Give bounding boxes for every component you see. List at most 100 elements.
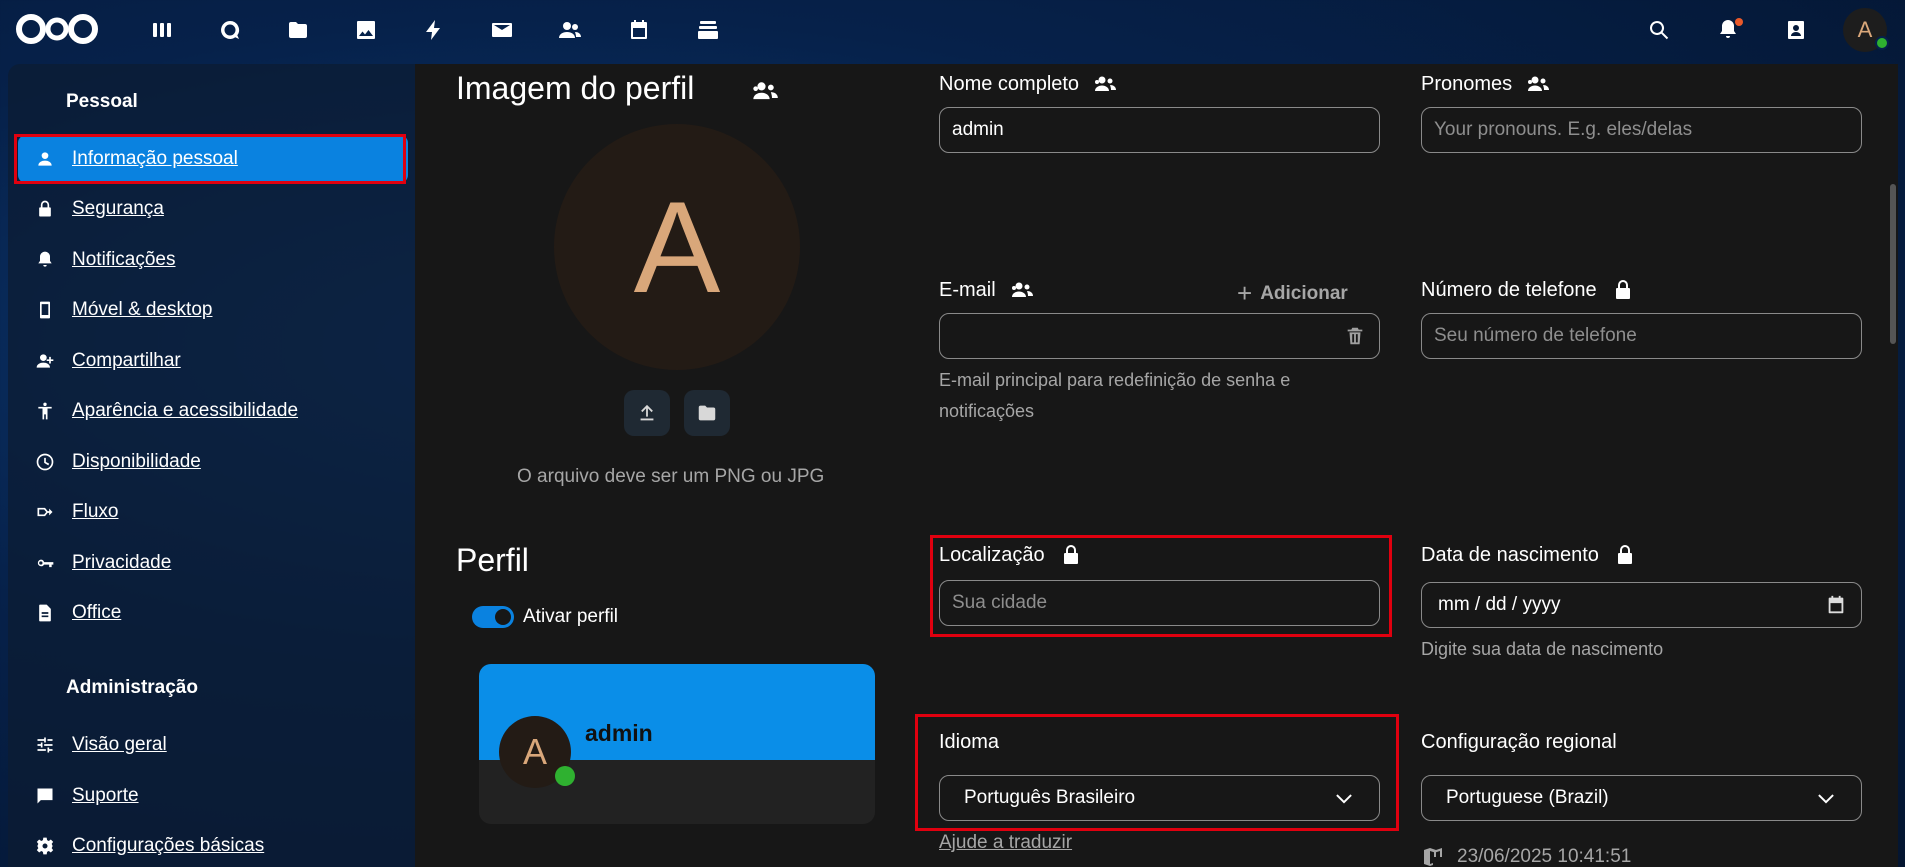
top-bar: A — [0, 0, 1905, 62]
lock-icon[interactable] — [1611, 278, 1635, 302]
sidebar-item-flow[interactable]: Fluxo — [18, 488, 408, 536]
lock-icon — [18, 199, 72, 219]
profile-card-name: admin — [585, 720, 653, 746]
search-icon[interactable] — [1637, 10, 1681, 50]
dashboard-icon[interactable] — [140, 10, 184, 50]
birthdate-hint: Digite sua data de nascimento — [1421, 639, 1664, 659]
phone-icon — [18, 300, 72, 320]
sidebar-item-mobile-desktop[interactable]: Móvel & desktop — [18, 286, 408, 334]
locale-time: 23/06/2025 10:41:51 — [1421, 845, 1631, 867]
sidebar-item-notifications[interactable]: Notificações — [18, 236, 408, 284]
calendar-icon[interactable] — [617, 10, 661, 50]
upload-button[interactable] — [624, 390, 670, 436]
pronouns-label: Pronomes — [1421, 72, 1550, 96]
sidebar-item-sharing[interactable]: Compartilhar — [18, 337, 408, 385]
sidebar-item-overview[interactable]: Visão geral — [18, 721, 408, 769]
document-icon — [18, 603, 72, 623]
accessibility-icon — [18, 401, 72, 421]
contacts-scope-icon[interactable] — [751, 77, 779, 105]
locale-value: Portuguese (Brazil) — [1446, 787, 1609, 808]
tune-icon — [18, 735, 72, 755]
email-label: E-mail — [939, 278, 1034, 302]
upload-icon — [640, 404, 654, 421]
gear-icon — [18, 836, 72, 856]
birthdate-input[interactable]: mm / dd / yyyy — [1421, 582, 1862, 628]
sidebar-item-availability[interactable]: Disponibilidade — [18, 438, 408, 486]
locale-select[interactable]: Portuguese (Brazil) — [1421, 775, 1862, 821]
choose-from-files-button[interactable] — [684, 390, 730, 436]
contacts-icon[interactable] — [548, 10, 592, 50]
sidebar-item-basic-settings[interactable]: Configurações básicas — [18, 822, 408, 867]
key-icon — [18, 553, 72, 573]
locale-label: Configuração regional — [1421, 731, 1617, 753]
chat-icon — [18, 786, 72, 806]
deck-icon[interactable] — [686, 10, 730, 50]
mail-icon[interactable] — [480, 10, 524, 50]
email-input[interactable] — [939, 313, 1380, 359]
enable-profile-toggle[interactable] — [472, 606, 514, 628]
folder-icon — [698, 405, 716, 421]
sidebar-item-label: Configurações básicas — [72, 835, 265, 856]
sidebar-item-label: Visão geral — [72, 734, 167, 755]
contacts-scope-icon[interactable] — [1526, 72, 1550, 96]
profile-section-title: Perfil — [456, 542, 529, 578]
online-status-dot — [555, 766, 575, 786]
help-translate-link[interactable]: Ajude a traduzir — [939, 832, 1072, 854]
pronouns-input[interactable]: Your pronouns. E.g. eles/delas — [1421, 107, 1862, 153]
phone-input[interactable]: Seu número de telefone — [1421, 313, 1862, 359]
main-content: Imagem do perfil A O arquivo deve ser um… — [415, 64, 1898, 867]
scrollbar[interactable] — [1890, 184, 1896, 344]
flow-icon — [18, 502, 72, 522]
sidebar-item-label: Compartilhar — [72, 350, 181, 371]
clock-icon — [18, 452, 72, 472]
share-icon — [18, 351, 72, 371]
photos-icon[interactable] — [344, 10, 388, 50]
user-avatar-menu[interactable]: A — [1843, 8, 1889, 52]
contacts-menu-icon[interactable] — [1774, 10, 1818, 50]
contacts-scope-icon[interactable] — [1010, 278, 1034, 302]
lock-icon[interactable] — [1613, 543, 1637, 567]
sidebar-heading-admin: Administração — [66, 677, 198, 698]
sidebar-item-office[interactable]: Office — [18, 589, 408, 637]
sidebar-item-label: Disponibilidade — [72, 451, 201, 472]
talk-icon[interactable] — [208, 10, 252, 50]
chevron-down-icon — [1818, 794, 1834, 804]
sidebar-item-privacy[interactable]: Privacidade — [18, 539, 408, 587]
full-name-label: Nome completo — [939, 72, 1117, 96]
sidebar-item-label: Suporte — [72, 785, 139, 806]
email-hint: E-mail principal para redefinição de sen… — [939, 370, 1291, 421]
sidebar-item-label: Móvel & desktop — [72, 299, 213, 320]
sidebar-item-label: Aparência e acessibilidade — [72, 400, 299, 421]
files-icon[interactable] — [276, 10, 320, 50]
sidebar-item-support[interactable]: Suporte — [18, 772, 408, 820]
enable-profile-label: Ativar perfil — [523, 606, 619, 627]
settings-sidebar: Pessoal Informação pessoal Segurança Not… — [8, 64, 415, 867]
sidebar-item-appearance[interactable]: Aparência e acessibilidade — [18, 387, 408, 435]
avatar-letter: A — [1857, 17, 1873, 42]
birthdate-label: Data de nascimento — [1421, 543, 1637, 567]
sidebar-item-security[interactable]: Segurança — [18, 185, 408, 233]
trash-icon[interactable] — [1344, 325, 1366, 347]
contacts-scope-icon[interactable] — [1093, 72, 1117, 96]
nextcloud-logo[interactable] — [14, 12, 100, 46]
calendar-icon[interactable] — [1825, 594, 1847, 616]
phone-label: Número de telefone — [1421, 278, 1635, 302]
highlight-box — [14, 134, 406, 184]
highlight-box — [915, 714, 1399, 831]
notification-badge — [1735, 18, 1743, 26]
plus-icon: + — [1237, 278, 1253, 308]
add-email-button[interactable]: + Adicionar — [1237, 278, 1348, 309]
online-status-dot — [1875, 36, 1889, 50]
bell-icon[interactable] — [1706, 10, 1750, 50]
sidebar-item-label: Notificações — [72, 249, 176, 270]
full-name-input[interactable]: admin — [939, 107, 1380, 153]
highlight-box — [930, 535, 1392, 637]
sidebar-item-label: Segurança — [72, 198, 164, 219]
avatar-letter: A — [633, 174, 721, 320]
activity-icon[interactable] — [412, 10, 456, 50]
sidebar-heading-personal: Pessoal — [66, 91, 138, 112]
birthdate-placeholder: mm / dd / yyyy — [1438, 594, 1561, 615]
sidebar-item-label: Privacidade — [72, 552, 172, 573]
profile-preview-card[interactable]: A admin — [479, 664, 875, 824]
avatar-file-hint: O arquivo deve ser um PNG ou JPG — [517, 466, 825, 487]
